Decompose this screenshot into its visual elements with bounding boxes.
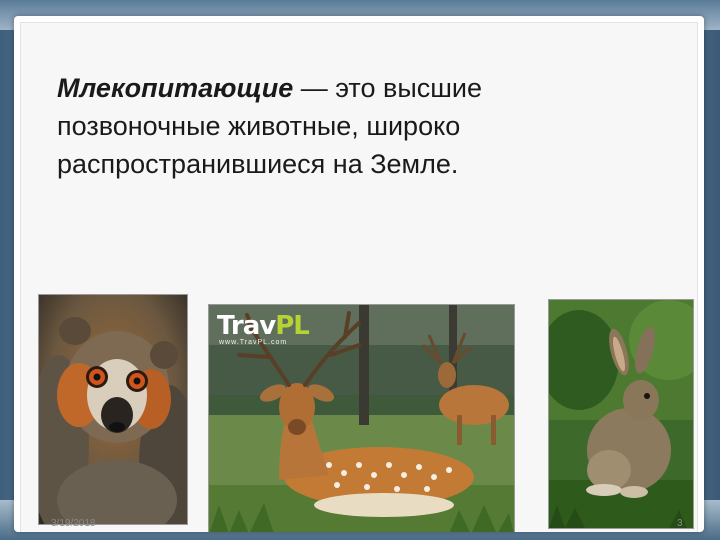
photo-watermark-logo: TravPL <box>217 311 310 341</box>
deer-photo: TravPL www.TravPL.com <box>208 304 515 532</box>
definition-line-2: позвоночные животные, широко <box>57 111 461 141</box>
slide-date: 3/19/2018 <box>51 518 96 529</box>
definition-term: Млекопитающие <box>57 73 294 103</box>
watermark-main: Trav <box>217 311 276 341</box>
lemur-photo <box>38 294 188 525</box>
definition-line-1-rest: — это высшие <box>293 73 483 103</box>
definition-line-3: распространившиеся на Земле. <box>57 149 459 179</box>
photo-watermark-url: www.TravPL.com <box>219 339 288 346</box>
slide-page-number: 3 <box>677 518 683 529</box>
slide: Млекопитающие — это высшие позвоночные ж… <box>14 16 704 532</box>
slide-content-area: Млекопитающие — это высшие позвоночные ж… <box>20 22 698 532</box>
watermark-accent: PL <box>275 311 310 341</box>
definition-line-1: Млекопитающие — это высшие <box>57 69 617 107</box>
hare-photo <box>548 299 694 529</box>
definition-text: Млекопитающие — это высшие позвоночные ж… <box>57 69 617 183</box>
